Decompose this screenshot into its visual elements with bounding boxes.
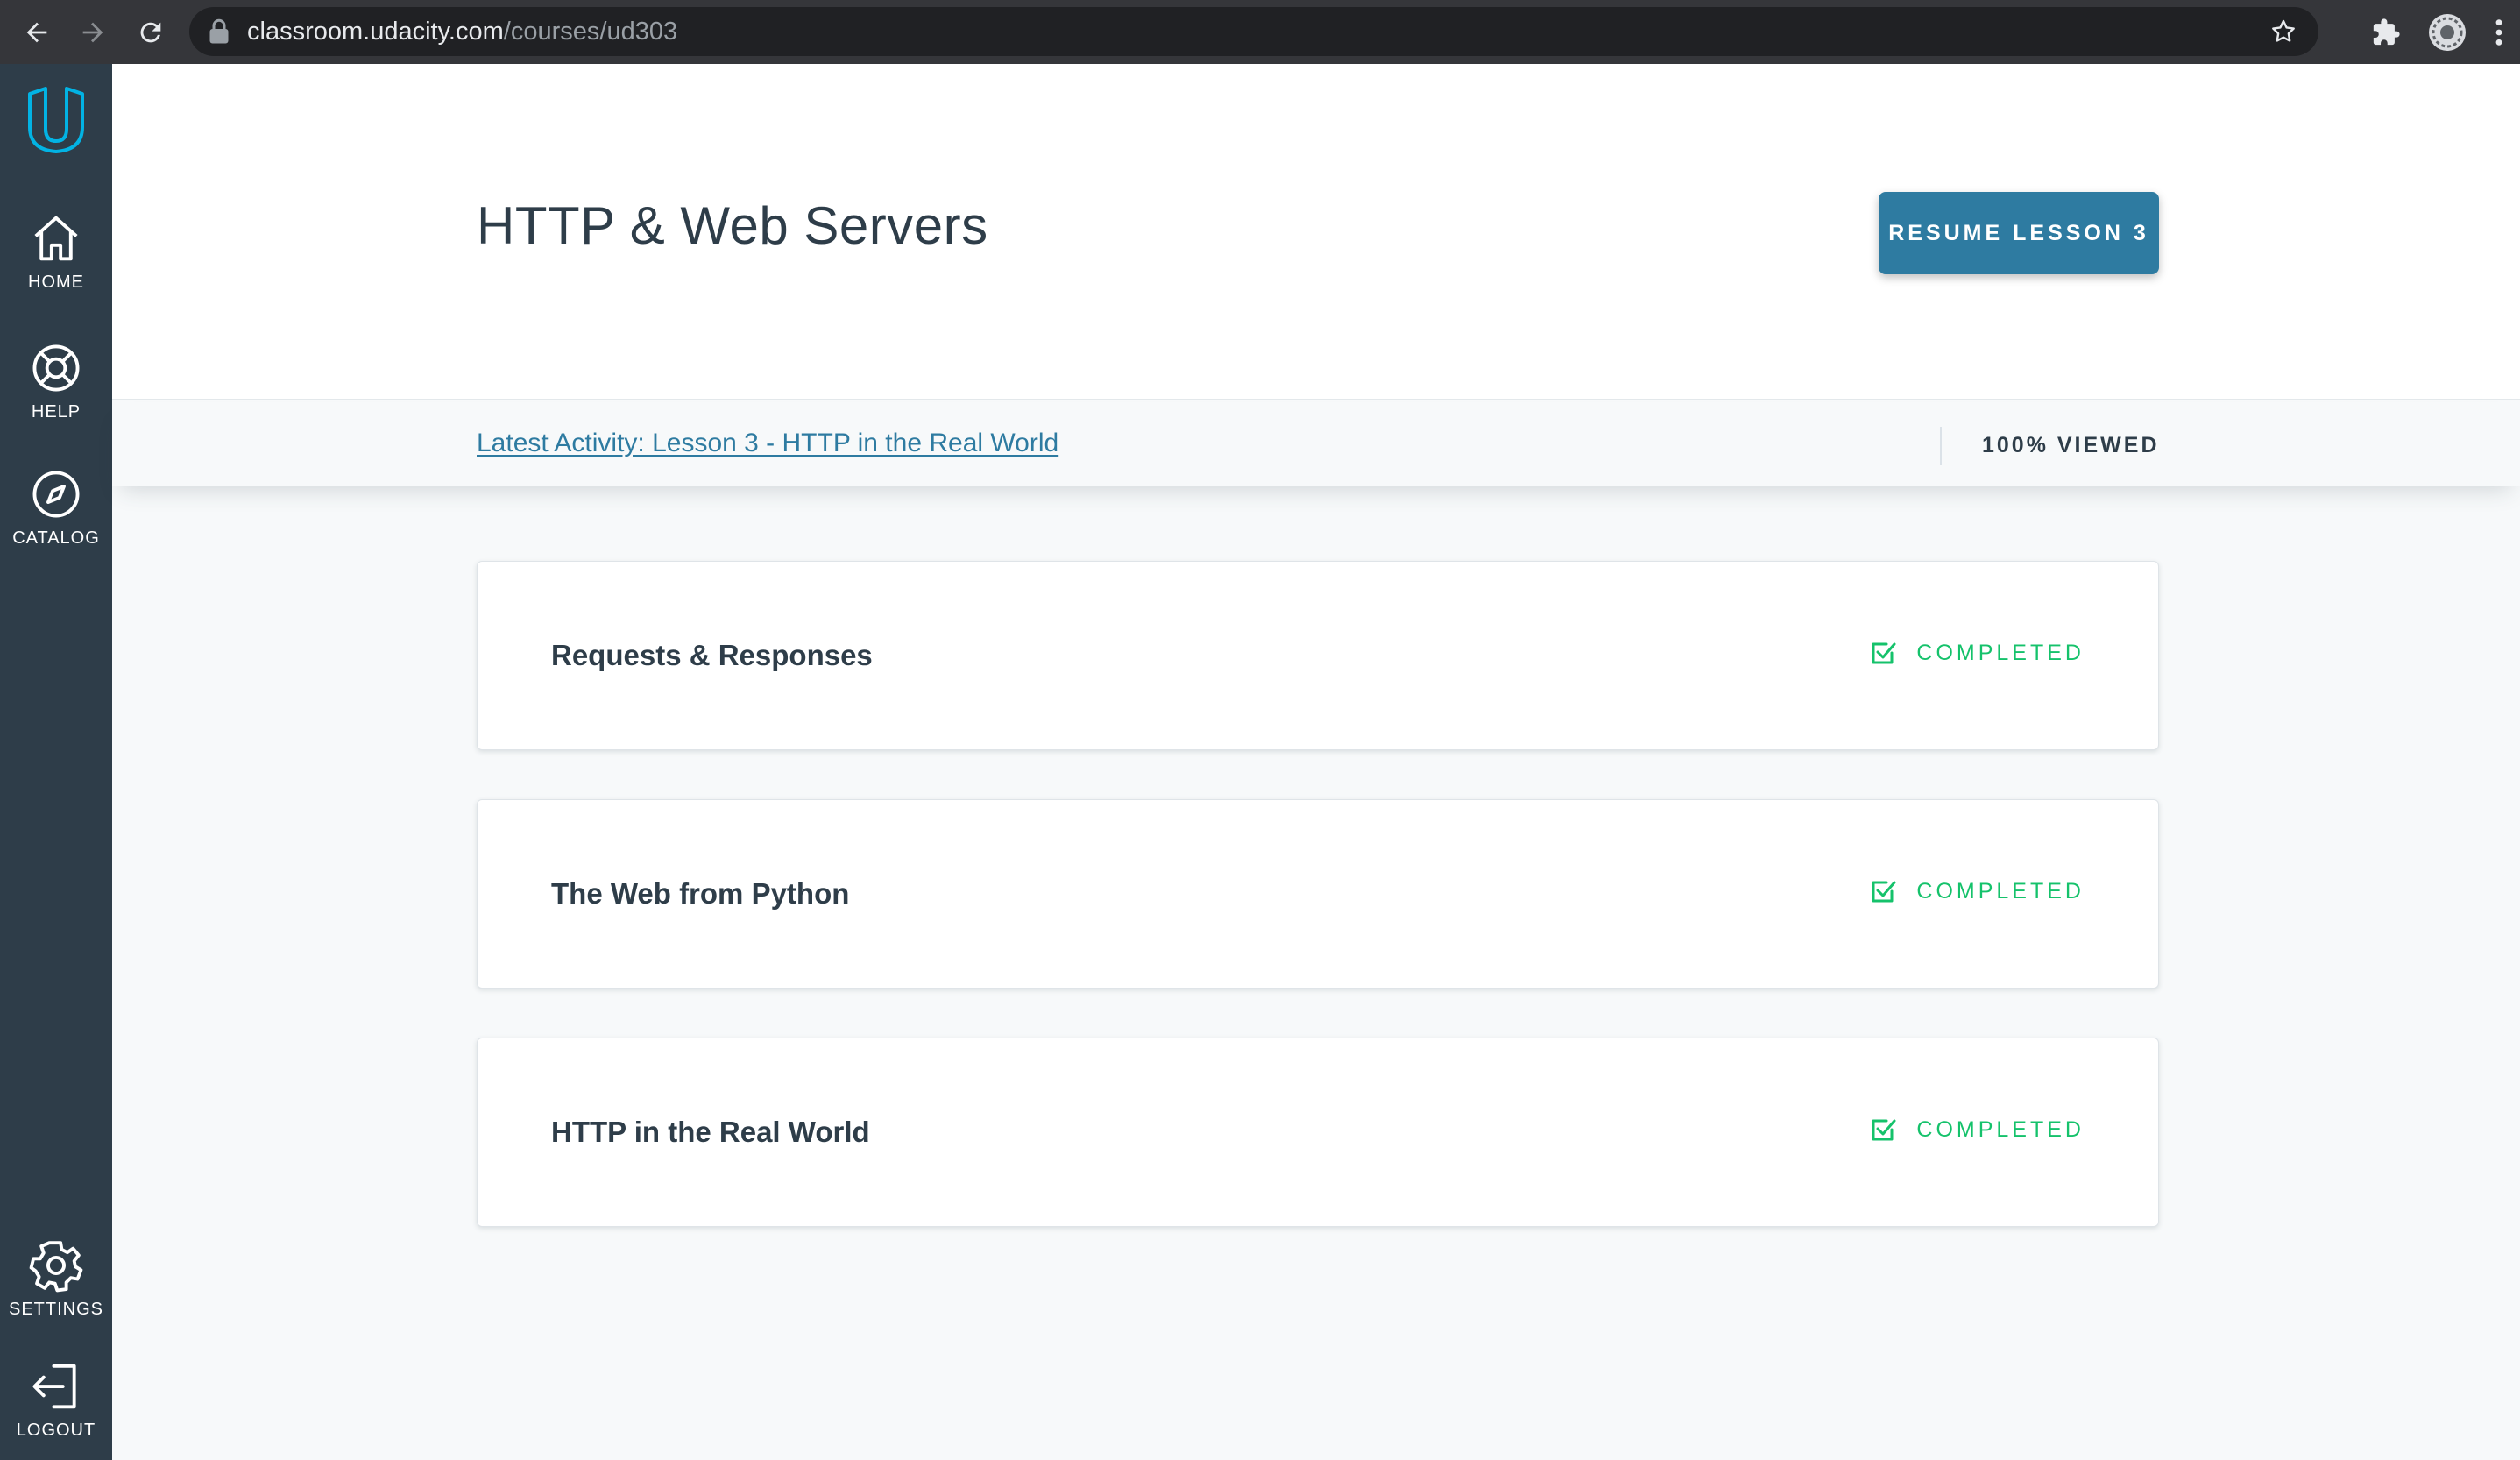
logout-icon: [32, 1364, 76, 1409]
resume-lesson-button[interactable]: RESUME LESSON 3: [1879, 192, 2159, 274]
help-lifebuoy-icon: [32, 344, 80, 392]
checkbox-checked-icon: [1872, 642, 1896, 664]
avatar: [2429, 13, 2466, 51]
compass-icon: [32, 471, 80, 518]
lesson-status: COMPLETED: [1869, 877, 2085, 905]
status-label: COMPLETED: [1916, 640, 2085, 665]
arrow-left-icon: [26, 22, 47, 42]
sidebar-item-logout[interactable]: LOGOUT: [0, 1359, 112, 1441]
reload-button[interactable]: [123, 0, 179, 64]
sidebar-item-label: SETTINGS: [8, 1300, 103, 1319]
sidebar-item-label: HELP: [31, 402, 81, 422]
forward-button[interactable]: [65, 0, 121, 64]
address-bar[interactable]: classroom.udacity.com/courses/ud303: [189, 7, 2318, 56]
lesson-status: COMPLETED: [1869, 1116, 2085, 1144]
more-vertical-icon: [2495, 18, 2502, 46]
lesson-card[interactable]: HTTP in the Real World COMPLETED: [477, 1038, 2159, 1227]
page-title: HTTP & Web Servers: [477, 196, 988, 255]
home-icon: [34, 216, 78, 261]
latest-activity-bar: Latest Activity: Lesson 3 - HTTP in the …: [112, 402, 2520, 486]
back-button[interactable]: [9, 0, 65, 64]
gear-icon: [29, 1241, 83, 1293]
sidebar-item-catalog[interactable]: CATALOG: [0, 467, 112, 549]
sidebar-item-help[interactable]: HELP: [0, 341, 112, 422]
udacity-logo-icon[interactable]: [26, 87, 86, 153]
status-label: COMPLETED: [1916, 1116, 2085, 1142]
extensions-button[interactable]: [2355, 0, 2417, 64]
puzzle-icon: [2373, 18, 2400, 45]
sidebar-item-label: LOGOUT: [16, 1421, 96, 1440]
url-text: classroom.udacity.com/courses/ud303: [247, 18, 677, 46]
lock-icon: [209, 18, 229, 44]
sidebar-item-home[interactable]: HOME: [0, 211, 112, 293]
course-header: HTTP & Web Servers RESUME LESSON 3: [112, 64, 2520, 400]
browser-toolbar: classroom.udacity.com/courses/ud303: [0, 0, 2520, 64]
url-host: classroom.udacity.com: [247, 17, 504, 46]
sidebar-item-label: HOME: [28, 273, 84, 292]
browser-menu-button[interactable]: [2478, 0, 2520, 64]
lesson-title: The Web from Python: [551, 877, 850, 910]
divider: [1940, 427, 1942, 465]
lesson-title: HTTP in the Real World: [551, 1116, 870, 1148]
lesson-title: Requests & Responses: [551, 639, 873, 671]
sidebar-item-settings[interactable]: SETTINGS: [0, 1238, 112, 1320]
status-label: COMPLETED: [1916, 878, 2085, 904]
progress-viewed-label: 100% VIEWED: [1982, 433, 2160, 457]
lesson-card[interactable]: Requests & Responses COMPLETED: [477, 561, 2159, 750]
url-path: /courses/ud303: [503, 17, 678, 46]
lesson-card[interactable]: The Web from Python COMPLETED: [477, 799, 2159, 989]
lesson-status: COMPLETED: [1869, 639, 2085, 667]
bookmark-star-icon[interactable]: [2269, 18, 2297, 46]
sidebar-item-label: CATALOG: [12, 528, 100, 548]
checkbox-checked-icon: [1872, 1119, 1896, 1141]
latest-activity-link[interactable]: Latest Activity: Lesson 3 - HTTP in the …: [477, 429, 1058, 458]
arrow-right-icon: [82, 22, 103, 42]
sidebar: HOME HELP CATALOG SETTINGS LOGOUT: [0, 64, 112, 1460]
profile-button[interactable]: [2417, 0, 2478, 64]
reload-icon: [140, 22, 161, 42]
checkbox-checked-icon: [1872, 881, 1896, 903]
